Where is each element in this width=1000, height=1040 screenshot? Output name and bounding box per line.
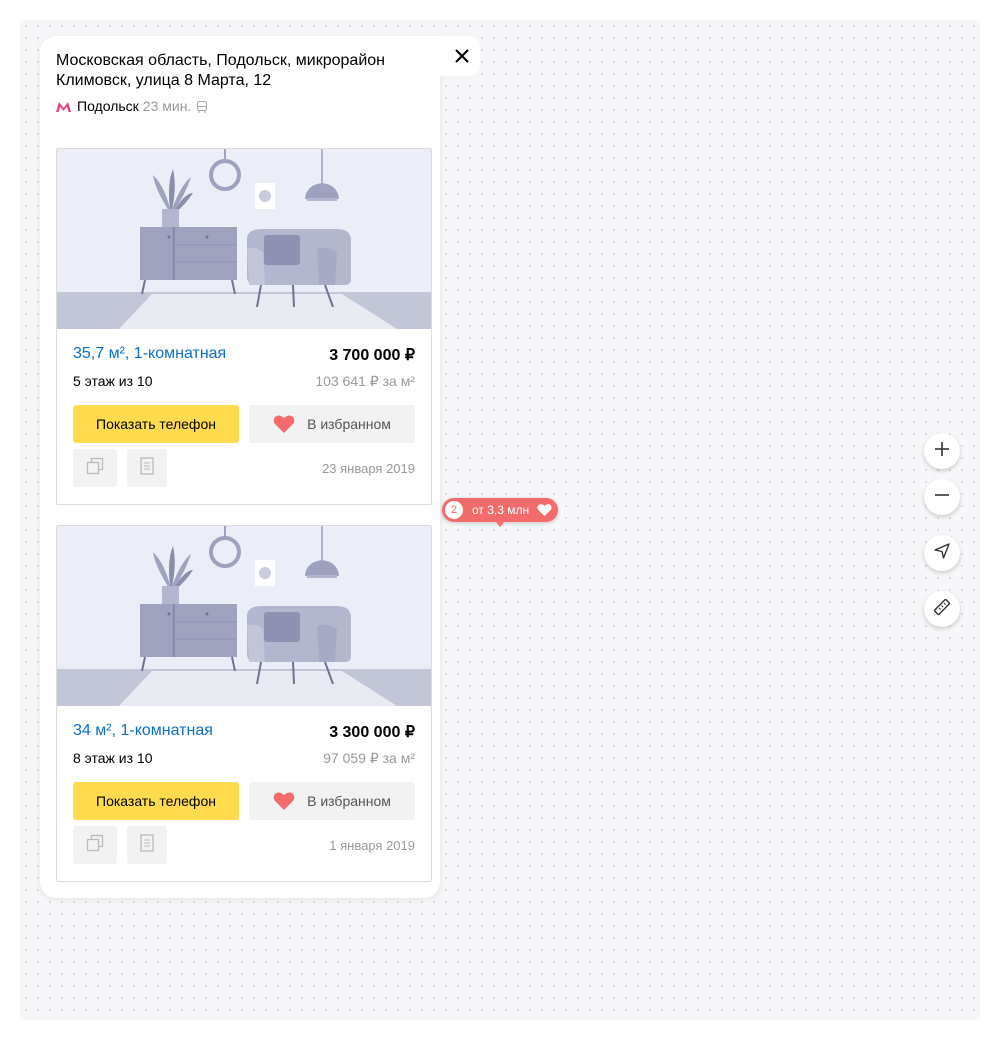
bus-icon bbox=[196, 100, 208, 113]
ruler-button[interactable] bbox=[924, 591, 960, 627]
copy-icon bbox=[86, 457, 104, 480]
listing-date: 1 января 2019 bbox=[329, 838, 415, 853]
show-phone-button[interactable]: Показать телефон bbox=[73, 405, 239, 443]
compare-button[interactable] bbox=[73, 826, 117, 864]
zoom-out-button[interactable] bbox=[924, 479, 960, 515]
listing-date: 23 января 2019 bbox=[322, 461, 415, 476]
compare-button[interactable] bbox=[73, 449, 117, 487]
listing-card: 34 м², 1-комнатная 3 300 000 ₽ 8 этаж из… bbox=[56, 525, 432, 882]
address-line-2: Климовск, улица 8 Марта, 12 bbox=[56, 72, 272, 89]
close-tab bbox=[440, 36, 480, 76]
marker-label: от 3,3 млн bbox=[472, 503, 530, 517]
plus-icon bbox=[934, 441, 950, 462]
navigation-arrow-icon bbox=[934, 542, 950, 564]
minus-icon bbox=[934, 487, 950, 508]
listing-card: 35,7 м², 1-комнатная 3 700 000 ₽ 5 этаж … bbox=[56, 148, 432, 505]
document-icon bbox=[140, 456, 154, 480]
apartment-illustration bbox=[57, 526, 431, 706]
listing-price-per-m2: 103 641 ₽ за м² bbox=[315, 373, 415, 389]
apartment-illustration bbox=[57, 149, 431, 329]
listing-floor: 8 этаж из 10 bbox=[73, 750, 153, 766]
zoom-in-button[interactable] bbox=[924, 433, 960, 469]
ruler-icon bbox=[933, 598, 951, 621]
show-phone-button[interactable]: Показать телефон bbox=[73, 782, 239, 820]
favorite-label: В избранном bbox=[307, 793, 391, 809]
map-price-marker[interactable]: 2 от 3,3 млн bbox=[442, 498, 558, 527]
copy-icon bbox=[86, 834, 104, 857]
favorite-button[interactable]: В избранном bbox=[249, 782, 415, 820]
marker-count: 2 bbox=[445, 501, 463, 519]
listing-title-link[interactable]: 35,7 м², 1-комнатная bbox=[73, 345, 226, 363]
address-line-1: Московская область, Подольск, микрорайон bbox=[56, 52, 385, 69]
listing-price: 3 700 000 ₽ bbox=[329, 347, 415, 364]
close-icon bbox=[452, 46, 472, 66]
heart-icon bbox=[537, 503, 552, 517]
listing-title-link[interactable]: 34 м², 1-комнатная bbox=[73, 722, 213, 740]
listing-panel: Московская область, Подольск, микрорайон… bbox=[40, 36, 440, 898]
listing-price: 3 300 000 ₽ bbox=[329, 724, 415, 741]
document-button[interactable] bbox=[127, 449, 167, 487]
document-button[interactable] bbox=[127, 826, 167, 864]
metro-station: Подольск bbox=[77, 98, 139, 114]
document-icon bbox=[140, 833, 154, 857]
metro-icon bbox=[56, 100, 71, 112]
marker-pointer bbox=[496, 522, 504, 527]
metro-time: 23 мин. bbox=[142, 98, 192, 114]
listing-floor: 5 этаж из 10 bbox=[73, 373, 153, 389]
listing-price-per-m2: 97 059 ₽ за м² bbox=[323, 750, 415, 766]
favorite-label: В избранном bbox=[307, 416, 391, 432]
address: Московская область, Подольск, микрорайон… bbox=[56, 51, 426, 91]
close-button[interactable] bbox=[452, 46, 472, 66]
heart-icon bbox=[273, 791, 295, 811]
favorite-button[interactable]: В избранном bbox=[249, 405, 415, 443]
metro-info: Подольск 23 мин. bbox=[56, 98, 208, 114]
heart-icon bbox=[273, 414, 295, 434]
geolocation-button[interactable] bbox=[924, 535, 960, 571]
